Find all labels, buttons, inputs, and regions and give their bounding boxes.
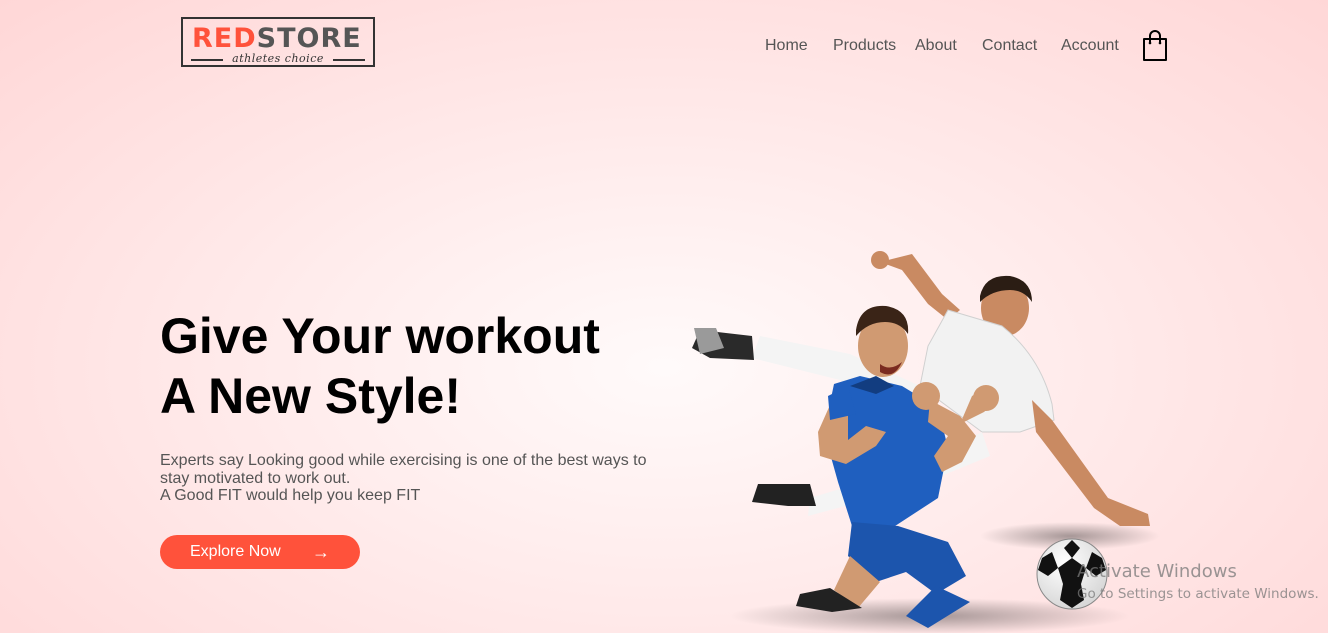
nav-account[interactable]: Account — [1061, 36, 1119, 56]
nav-products[interactable]: Products — [833, 36, 896, 56]
hero-description-line: stay motivated to work out. — [160, 469, 351, 487]
hero-description: Experts say Looking good while exercisin… — [160, 452, 660, 505]
logo-dark-text: STORE — [256, 23, 362, 54]
hero-description-line: A Good FIT would help you keep FIT — [160, 487, 421, 504]
explore-now-button[interactable]: Explore Now → — [160, 535, 360, 569]
shopping-bag-icon[interactable] — [1142, 30, 1168, 62]
logo-red-text: RED — [192, 23, 257, 54]
activate-windows-title: Activate Windows — [1077, 561, 1237, 582]
arrow-right-icon: → — [312, 542, 330, 562]
nav-contact[interactable]: Contact — [982, 36, 1037, 56]
activate-windows-subtitle: Go to Settings to activate Windows. — [1077, 586, 1319, 602]
nav-home[interactable]: Home — [765, 36, 808, 56]
logo-tagline: athletes choice — [232, 52, 324, 65]
hero-title: Give Your workout A New Style! — [160, 306, 700, 426]
logo[interactable]: REDSTORE athletes choice — [181, 17, 375, 67]
hero-title-line: A New Style! — [160, 368, 462, 424]
explore-now-label: Explore Now — [190, 543, 281, 560]
hero-description-line: Experts say Looking good while exercisin… — [160, 452, 647, 469]
nav-about[interactable]: About — [915, 36, 957, 56]
logo-wordmark: REDSTORE — [192, 25, 362, 53]
hero-title-line: Give Your workout — [160, 308, 600, 364]
